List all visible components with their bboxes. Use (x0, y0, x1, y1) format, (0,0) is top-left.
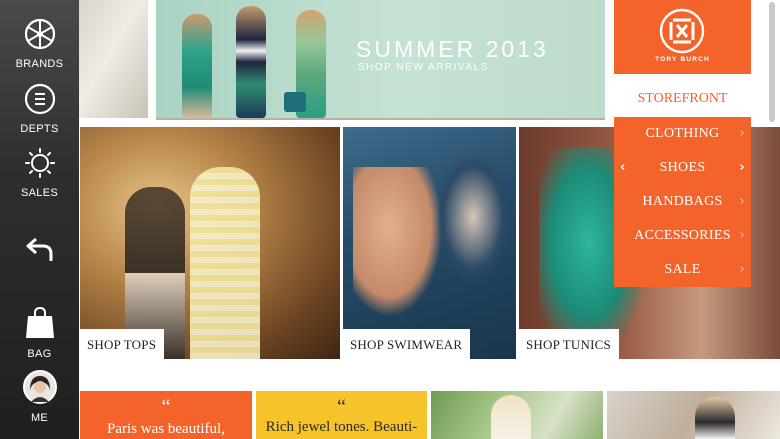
brand-name: TORY BURCH (655, 56, 710, 63)
quote-mark: “ (161, 396, 171, 418)
nav-me[interactable]: ME (0, 370, 79, 424)
scrollbar[interactable] (769, 2, 775, 122)
model-swimwear (353, 167, 443, 317)
banner-model-1 (182, 14, 212, 118)
shop-swimwear-tile[interactable]: SHOP SWIMWEAR (343, 127, 516, 359)
quote-tile-2[interactable]: “ Rich jewel tones. Beauti- (256, 391, 427, 439)
menu-item-handbags[interactable]: HANDBAGS › (614, 185, 751, 219)
banner-subtitle[interactable]: SHOP NEW ARRIVALS (358, 62, 489, 73)
chevron-right-icon: › (739, 194, 745, 209)
nav-depts-label: DEPTS (20, 123, 59, 135)
back-arrow-icon (0, 233, 79, 268)
menu-item-label: ACCESSORIES (634, 228, 731, 243)
model-print-dress (438, 157, 508, 277)
shop-tops-tile[interactable]: SHOP TOPS (80, 127, 340, 359)
quote-mark: “ (337, 396, 346, 418)
quote-text: Paris was beautiful, (107, 421, 225, 437)
menu-item-label: CLOTHING (645, 126, 720, 141)
menu-storefront[interactable]: STOREFRONT (614, 82, 751, 116)
chevron-right-icon: › (739, 126, 745, 141)
brand-logo-tile[interactable]: TORY BURCH (614, 0, 751, 74)
menu-item-sale[interactable]: SALE › (614, 253, 751, 287)
bottom-photo-2[interactable] (607, 391, 780, 439)
chevron-left-icon: ‹ (620, 160, 626, 175)
left-sidebar: BRANDS DEPTS SALES BAG ME (0, 0, 79, 439)
quote-text: Rich jewel tones. Beauti- (265, 419, 418, 435)
shop-swimwear-label[interactable]: SHOP SWIMWEAR (343, 329, 471, 359)
nav-sales[interactable]: SALES (0, 147, 79, 199)
nav-depts[interactable]: DEPTS (0, 83, 79, 135)
top-left-photo[interactable] (79, 0, 148, 118)
banner-model-2 (236, 6, 266, 118)
nav-brands[interactable]: BRANDS (0, 18, 79, 70)
shop-tops-label[interactable]: SHOP TOPS (80, 329, 165, 359)
menu-item-label: HANDBAGS (642, 194, 723, 209)
nav-sales-label: SALES (21, 187, 58, 199)
menu-item-label: SHOES (659, 160, 706, 175)
tory-burch-logo-icon (659, 8, 705, 54)
depts-list-icon (0, 83, 79, 118)
summer-banner[interactable]: SUMMER 2013 SHOP NEW ARRIVALS (156, 0, 605, 120)
menu-item-shoes[interactable]: ‹ SHOES › (614, 151, 751, 185)
shopping-bag-icon (0, 306, 79, 343)
shop-tunics-label[interactable]: SHOP TUNICS (519, 329, 619, 359)
quote-tile-1[interactable]: “ Paris was beautiful, (80, 391, 252, 439)
nav-me-label: ME (30, 412, 49, 424)
chevron-right-icon: › (739, 262, 745, 277)
brands-wheel-icon (0, 18, 79, 53)
nav-bag[interactable]: BAG (0, 306, 79, 360)
sales-sun-icon (0, 147, 79, 182)
model-striped-top (190, 167, 260, 359)
model-portrait (491, 395, 531, 439)
profile-avatar (0, 370, 79, 407)
banner-title: SUMMER 2013 (356, 36, 549, 62)
chevron-right-icon: › (739, 228, 745, 243)
banner-handbag (284, 92, 306, 112)
menu-item-clothing[interactable]: CLOTHING › (614, 117, 751, 151)
menu-item-accessories[interactable]: ACCESSORIES › (614, 219, 751, 253)
nav-back[interactable] (0, 233, 79, 273)
menu-item-label: SALE (664, 262, 701, 277)
bottom-photo-1[interactable] (431, 391, 603, 439)
chevron-right-icon: › (739, 160, 745, 175)
nav-brands-label: BRANDS (15, 58, 64, 70)
nav-bag-label: BAG (27, 348, 52, 360)
model-portrait (695, 397, 735, 439)
